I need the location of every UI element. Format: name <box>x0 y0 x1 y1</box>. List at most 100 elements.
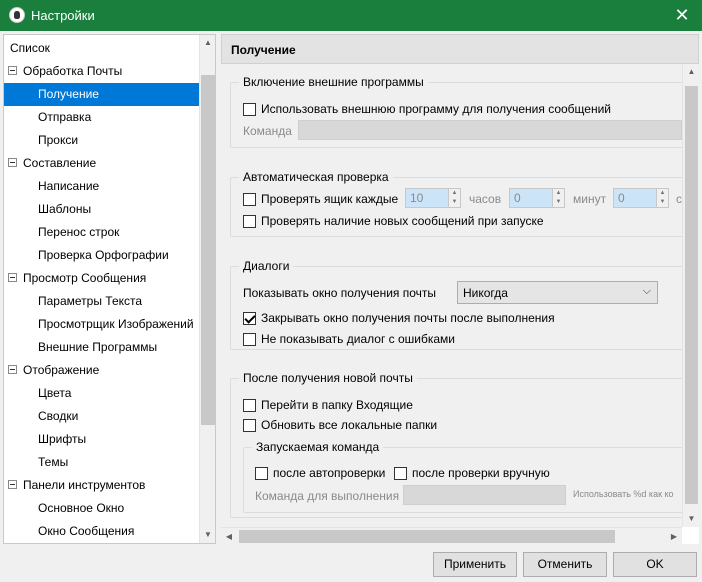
show-window-label: Показывать окно получения почты <box>243 286 437 300</box>
run-command-label: Команда для выполнения <box>255 489 400 503</box>
update-local-label: Обновить все локальные папки <box>261 418 438 432</box>
tree-item-label: Просмотр Сообщения <box>23 271 147 285</box>
group-title: Включение внешние программы <box>239 75 428 89</box>
tree-item[interactable]: Параметры Текста <box>4 290 200 313</box>
update-local-checkbox[interactable] <box>243 419 256 432</box>
tree-item[interactable]: Цвета <box>4 382 200 405</box>
tree-item[interactable]: Проверка Орфографии <box>4 244 200 267</box>
tree-item[interactable]: Сводки <box>4 405 200 428</box>
page-content: Включение внешние программы Использовать… <box>221 64 699 527</box>
tree-item-label: Отправка <box>38 110 92 124</box>
seconds-value: 0 <box>618 191 625 205</box>
cancel-button[interactable]: Отменить <box>523 552 607 577</box>
check-on-start-checkbox[interactable] <box>243 215 256 228</box>
show-window-value: Никогда <box>463 286 508 300</box>
tree-item-label: Написание <box>38 179 100 193</box>
tree-item[interactable]: Получение <box>4 83 200 106</box>
tree-item[interactable]: Просмотрщик Изображений <box>4 313 200 336</box>
scroll-down-icon[interactable]: ▼ <box>683 511 699 527</box>
tree-item[interactable]: Шаблоны <box>4 198 200 221</box>
hours-spin-buttons[interactable]: ▲ ▼ <box>448 189 460 207</box>
tree-item[interactable]: Отправка <box>4 106 200 129</box>
scroll-corner <box>682 527 699 544</box>
tree-scrollbar[interactable]: ▲ ▼ <box>199 35 215 543</box>
title-bar: Настройки ✕ <box>0 0 702 31</box>
tree-item-label: Список <box>10 41 50 55</box>
tree-item[interactable]: Прокси <box>4 129 200 152</box>
after-manual-checkbox[interactable] <box>394 467 407 480</box>
scroll-right-icon[interactable]: ▶ <box>666 528 682 545</box>
tree-item[interactable]: Просмотр Сообщения <box>4 267 200 290</box>
after-manual-label: после проверки вручную <box>412 466 550 480</box>
tree-item-label: Темы <box>38 455 69 469</box>
page-header: Получение <box>221 34 699 64</box>
tree-item[interactable]: Обработка Почты <box>4 60 200 83</box>
tree-item[interactable]: Отображение <box>4 359 200 382</box>
after-auto-checkbox[interactable] <box>255 467 268 480</box>
minutes-label: минут <box>573 192 607 206</box>
tree-item-label: Отображение <box>23 363 100 377</box>
minutes-stepper[interactable]: 0 ▲ ▼ <box>509 188 565 208</box>
seconds-stepper[interactable]: 0 ▲ ▼ <box>613 188 669 208</box>
tree-item-label: Проверка Орфографии <box>38 248 169 262</box>
check-every-checkbox[interactable] <box>243 193 256 206</box>
use-external-checkbox[interactable] <box>243 103 256 116</box>
group-title: После получения новой почты <box>239 371 417 385</box>
scroll-thumb[interactable] <box>201 75 215 425</box>
tree-item[interactable]: Внешние Программы <box>4 336 200 359</box>
scroll-thumb[interactable] <box>685 86 698 504</box>
tree-item-label: Шрифты <box>38 432 87 446</box>
scroll-up-icon[interactable]: ▲ <box>683 64 699 80</box>
tree-item[interactable]: Составление <box>4 152 200 175</box>
apply-button[interactable]: Применить <box>433 552 517 577</box>
scroll-thumb[interactable] <box>239 530 615 543</box>
hours-label: часов <box>469 192 502 206</box>
collapse-icon[interactable] <box>8 480 17 489</box>
show-window-select[interactable]: Никогда ⌵ <box>457 281 658 304</box>
tree-item[interactable]: Написание <box>4 175 200 198</box>
scroll-left-icon[interactable]: ◀ <box>221 528 237 545</box>
hours-value: 10 <box>410 191 424 205</box>
tree-item-label: Панели инструментов <box>23 478 146 492</box>
tree-item-label: Прокси <box>38 133 79 147</box>
tree-item-label: Составление <box>23 156 97 170</box>
collapse-icon[interactable] <box>8 66 17 75</box>
chevron-down-icon: ⌵ <box>642 285 651 297</box>
tree-item[interactable]: Темы <box>4 451 200 474</box>
collapse-icon[interactable] <box>8 365 17 374</box>
app-icon <box>9 7 25 23</box>
seconds-spin-buttons[interactable]: ▲ ▼ <box>656 189 668 207</box>
close-icon[interactable]: ✕ <box>662 0 702 31</box>
content-vertical-scrollbar[interactable]: ▲ ▼ <box>682 64 699 527</box>
tree-item-label: Сводки <box>38 409 79 423</box>
tree-item[interactable]: Список <box>4 37 200 60</box>
minutes-spin-buttons[interactable]: ▲ ▼ <box>552 189 564 207</box>
check-every-label: Проверять ящик каждые <box>261 192 399 206</box>
check-on-start-label: Проверять наличие новых сообщений при за… <box>261 214 544 228</box>
scroll-up-icon[interactable]: ▲ <box>200 35 215 51</box>
group-title: Автоматическая проверка <box>239 170 393 184</box>
tree-item[interactable]: Основное Окно <box>4 497 200 520</box>
command-label: Команда <box>243 124 292 138</box>
tree-item[interactable]: Перенос строк <box>4 221 200 244</box>
scroll-down-icon[interactable]: ▼ <box>200 527 215 543</box>
collapse-icon[interactable] <box>8 158 17 167</box>
goto-inbox-checkbox[interactable] <box>243 399 256 412</box>
minutes-value: 0 <box>514 191 521 205</box>
tree-item[interactable]: Панели инструментов <box>4 474 200 497</box>
content-horizontal-scrollbar[interactable]: ◀ ▶ <box>221 527 682 544</box>
goto-inbox-label: Перейти в папку Входящие <box>261 398 413 412</box>
group-title: Запускаемая команда <box>252 440 384 454</box>
ok-button[interactable]: OK <box>613 552 697 577</box>
close-after-label: Закрывать окно получения почты после вып… <box>261 311 555 325</box>
no-error-dialog-label: Не показывать диалог с ошибками <box>261 332 456 346</box>
hours-stepper[interactable]: 10 ▲ ▼ <box>405 188 461 208</box>
tree-item[interactable]: Шрифты <box>4 428 200 451</box>
tree-item[interactable]: Окно Сообщения <box>4 520 200 543</box>
tree-item-label: Получение <box>4 83 200 106</box>
collapse-icon[interactable] <box>8 273 17 282</box>
no-error-dialog-checkbox[interactable] <box>243 333 256 346</box>
command-field[interactable] <box>298 120 682 140</box>
run-command-field[interactable] <box>403 485 566 505</box>
close-after-checkbox[interactable] <box>243 312 256 325</box>
